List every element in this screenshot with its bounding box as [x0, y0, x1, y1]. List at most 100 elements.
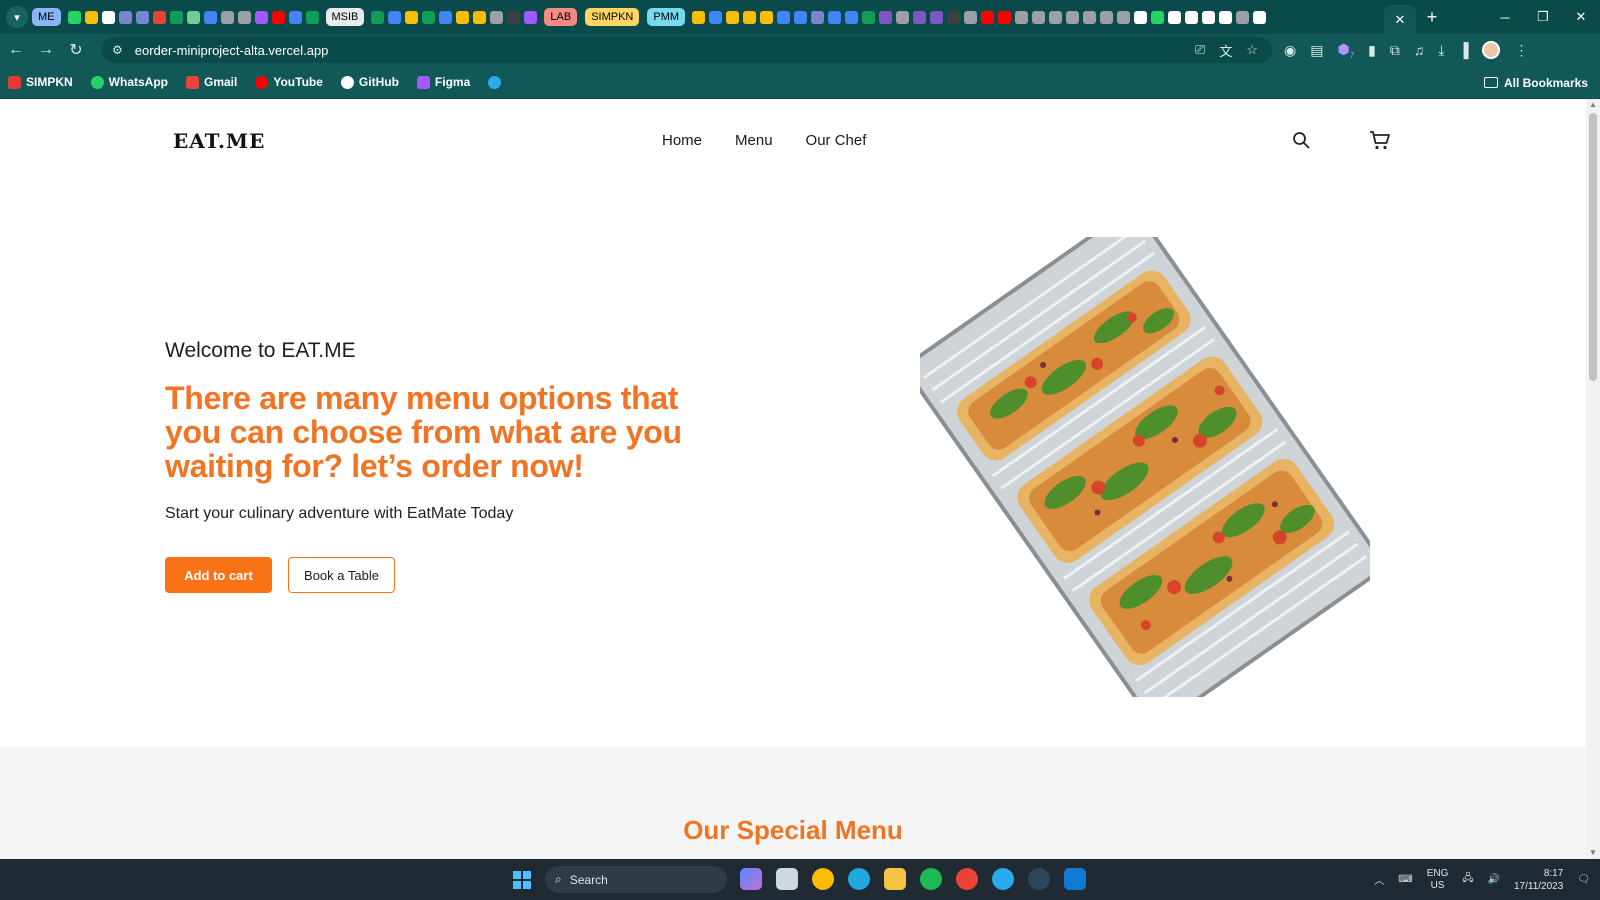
network-icon[interactable]: 🖧 [1462, 871, 1473, 888]
lang-line2: US [1430, 879, 1445, 891]
chrome-icon[interactable] [812, 868, 834, 890]
tray-overflow-icon[interactable]: ︿ [1374, 872, 1384, 887]
book-table-button[interactable]: Book a Table [288, 557, 395, 593]
bookmark-youtube[interactable]: YouTube [255, 75, 323, 89]
camera-extension-icon[interactable]: ◉ [1284, 42, 1296, 59]
back-icon[interactable]: ← [2, 36, 30, 64]
add-to-cart-button[interactable]: Add to cart [165, 557, 272, 593]
tab-group-msib[interactable]: MSIB [325, 8, 365, 26]
file-extension-icon[interactable]: ▮ [1368, 42, 1376, 59]
windows-start-icon[interactable] [513, 871, 531, 889]
taskbar-search[interactable]: ⌕ Search [545, 866, 727, 893]
media-control-icon[interactable]: ♫ [1414, 42, 1425, 58]
page-scrollbar[interactable]: ▲ ▼ [1586, 99, 1600, 859]
language-indicator[interactable]: ENG US [1427, 868, 1449, 892]
hero-title: There are many menu options that you can… [165, 380, 682, 484]
bookmark-whatsapp[interactable]: WhatsApp [90, 75, 168, 89]
file-explorer-icon[interactable] [884, 868, 906, 890]
nav-menu[interactable]: Menu [735, 132, 773, 149]
keyboard-icon[interactable]: ⌨ [1398, 874, 1412, 885]
clock[interactable]: 8:17 17/11/2023 [1514, 867, 1563, 893]
new-tab-button[interactable]: + [1422, 7, 1442, 27]
steam-icon[interactable] [1028, 868, 1050, 890]
chrome-profile-icon[interactable] [956, 868, 978, 890]
tab-group-pmm[interactable]: PMM [647, 8, 686, 26]
tab-strip: ▾ ME MSIB LAB SIMPKN PMM ✕ + ─ ❐ ✕ [0, 0, 1600, 34]
special-menu-section: Our Special Menu [0, 747, 1586, 859]
reader-extension-icon[interactable]: ▤ [1310, 42, 1323, 59]
figma-icon [416, 75, 430, 89]
restore-icon[interactable]: ❐ [1524, 0, 1562, 34]
web-page: EAT.ME Home Menu Our Chef Welcome to EAT… [0, 99, 1586, 859]
folder-icon [1483, 77, 1498, 88]
tab-favicons-1[interactable] [67, 10, 319, 24]
taskbar-search-label: Search [569, 872, 608, 887]
reload-icon[interactable]: ↻ [62, 36, 90, 64]
scroll-down-arrow-icon[interactable]: ▼ [1589, 849, 1597, 857]
all-bookmarks-label: All Bookmarks [1503, 75, 1588, 90]
main-nav: Home Menu Our Chef [662, 132, 866, 149]
bookmark-label: YouTube [273, 75, 323, 89]
extensions-area: ◉ ▤ ⬢7 ▮ ⧉ ♫ ⤓ ▐ ⋮ [1284, 34, 1528, 66]
bookmark-telegram[interactable] [488, 75, 506, 89]
side-panel-icon[interactable]: ▐ [1459, 42, 1469, 58]
cart-icon[interactable] [1369, 129, 1391, 151]
active-tab-close-icon[interactable]: ✕ [1384, 5, 1416, 34]
bookmark-label: Figma [434, 75, 471, 89]
minimize-icon[interactable]: ─ [1486, 0, 1524, 34]
edge-icon[interactable] [848, 868, 870, 890]
gmail-icon [186, 75, 199, 89]
tab-favicons-3[interactable] [692, 10, 1267, 24]
site-navbar: EAT.ME Home Menu Our Chef [0, 99, 1586, 183]
scroll-up-arrow-icon[interactable]: ▲ [1589, 101, 1597, 109]
bookmark-figma[interactable]: Figma [416, 75, 471, 89]
profile-avatar[interactable] [1482, 41, 1501, 59]
tab-group-me[interactable]: ME [32, 8, 61, 26]
url-text[interactable]: eorder-miniproject-alta.vercel.app [135, 43, 329, 58]
scroll-thumb[interactable] [1589, 113, 1597, 381]
taskbar-apps [740, 868, 1086, 890]
tab-search-button[interactable]: ▾ [6, 6, 28, 28]
clock-time: 8:17 [1543, 867, 1564, 879]
telegram-icon[interactable] [992, 868, 1014, 890]
hero-subtitle: Start your culinary adventure with EatMa… [165, 505, 514, 522]
nav-home[interactable]: Home [662, 132, 702, 149]
volume-icon[interactable]: 🔊 [1488, 874, 1500, 885]
translate-icon[interactable]: 文 [1219, 41, 1232, 60]
close-window-icon[interactable]: ✕ [1562, 0, 1600, 34]
search-icon[interactable] [1292, 131, 1310, 149]
bookmark-star-icon[interactable]: ☆ [1246, 42, 1258, 58]
bookmark-gmail[interactable]: Gmail [186, 75, 237, 89]
notification-icon[interactable]: 🗨 [1577, 874, 1590, 885]
site-logo[interactable]: EAT.ME [173, 129, 265, 153]
copilot-icon[interactable] [740, 868, 762, 890]
bookmark-github[interactable]: GitHub [340, 75, 399, 89]
tab-favicons-2[interactable] [371, 10, 538, 24]
bookmark-label: WhatsApp [108, 75, 168, 89]
simpkn-icon [8, 75, 21, 89]
all-bookmarks-button[interactable]: All Bookmarks [1483, 66, 1588, 99]
bookmark-label: SIMPKN [26, 75, 73, 89]
vscode-icon[interactable] [1064, 868, 1086, 890]
search-icon: ⌕ [555, 872, 562, 886]
extension-badge: 7 [1349, 50, 1355, 60]
tab-group-lab[interactable]: LAB [544, 8, 578, 26]
github-icon [340, 75, 354, 89]
task-view-icon[interactable] [776, 868, 798, 890]
chrome-menu-icon[interactable]: ⋮ [1514, 42, 1528, 59]
bookmark-label: GitHub [358, 75, 399, 89]
nav-our-chef[interactable]: Our Chef [806, 132, 867, 149]
pizza-image [920, 237, 1370, 697]
bookmarks-bar: SIMPKN WhatsApp Gmail YouTube GitHub Fig… [0, 66, 1600, 99]
forward-icon[interactable]: → [32, 36, 60, 64]
bookmark-simpkn[interactable]: SIMPKN [8, 75, 73, 89]
tab-group-simpkn[interactable]: SIMPKN [585, 8, 640, 26]
extensions-puzzle-icon[interactable]: ⧉ [1390, 42, 1400, 59]
purple-extension-icon[interactable]: ⬢7 [1337, 41, 1354, 60]
windows-taskbar: ⌕ Search ︿ ⌨ ENG US 🖧 🔊 8:17 17/11/2023 … [0, 859, 1600, 900]
spotify-icon[interactable] [920, 868, 942, 890]
site-info-icon[interactable]: ⚙ [112, 43, 123, 57]
address-bar[interactable]: ⚙ eorder-miniproject-alta.vercel.app ⎚ 文… [102, 37, 1272, 63]
install-app-icon[interactable]: ⎚ [1195, 42, 1205, 58]
downloads-icon[interactable]: ⤓ [1438, 42, 1444, 59]
